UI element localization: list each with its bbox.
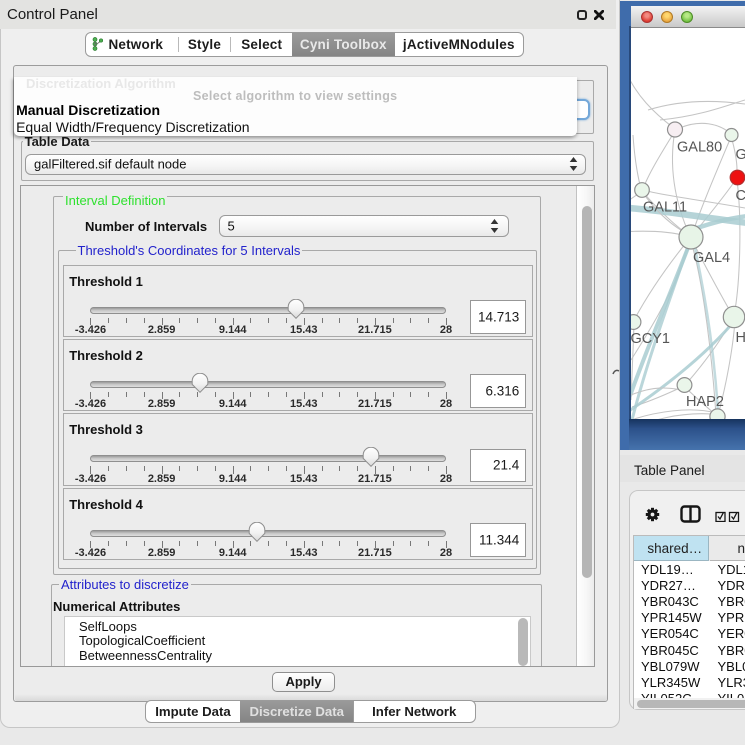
svg-text:GAL11: GAL11: [643, 200, 687, 216]
svg-text:HAP2: HAP2: [686, 394, 724, 410]
svg-text:GAL4: GAL4: [693, 250, 730, 266]
svg-text:GA: GA: [736, 147, 745, 163]
svg-text:H: H: [736, 330, 745, 346]
svg-text:GAL80: GAL80: [677, 140, 722, 156]
svg-text:GCY1: GCY1: [631, 331, 670, 347]
svg-text:C: C: [736, 188, 745, 204]
